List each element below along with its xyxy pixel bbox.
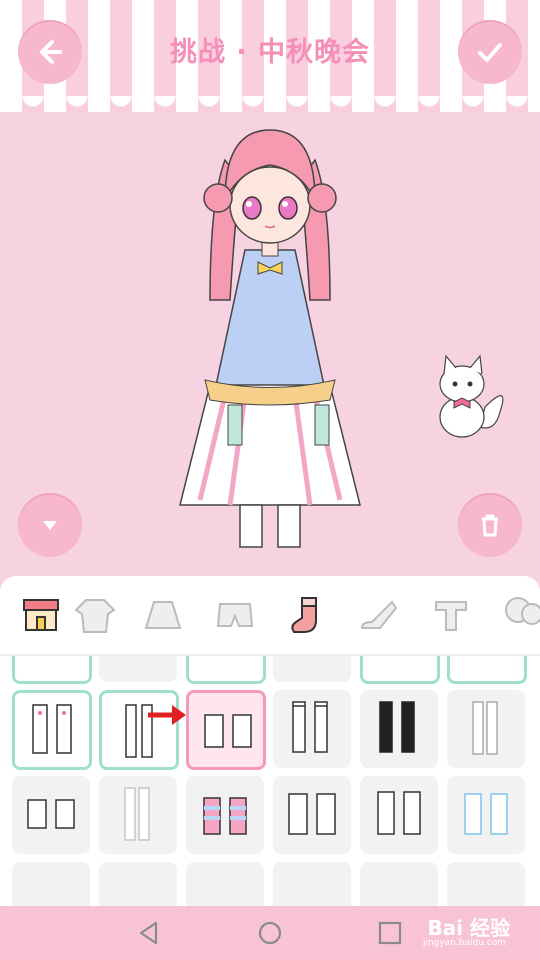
sock-item-icon bbox=[472, 701, 498, 755]
recents-nav-icon[interactable] bbox=[377, 920, 403, 946]
confirm-button[interactable] bbox=[458, 20, 522, 84]
grid-item[interactable] bbox=[360, 862, 438, 906]
grid-item[interactable] bbox=[186, 862, 264, 906]
home-nav-icon[interactable] bbox=[257, 920, 283, 946]
cat-pet[interactable] bbox=[430, 352, 510, 442]
category-tabs bbox=[0, 576, 540, 656]
grid-item[interactable] bbox=[273, 690, 351, 768]
tab-accessory[interactable] bbox=[428, 592, 474, 638]
grid-item[interactable] bbox=[99, 656, 177, 682]
sock-icon bbox=[291, 597, 317, 633]
grid-item[interactable] bbox=[186, 656, 266, 684]
heel-icon bbox=[360, 600, 398, 629]
tab-socks[interactable] bbox=[284, 592, 330, 638]
grid-item[interactable] bbox=[447, 862, 525, 906]
jacket-icon bbox=[74, 599, 116, 633]
sock-item-icon bbox=[379, 701, 415, 753]
grid-item[interactable] bbox=[186, 776, 264, 854]
sock-item-icon bbox=[32, 704, 72, 754]
tab-shop[interactable] bbox=[18, 592, 64, 638]
sock-item-icon bbox=[124, 787, 150, 841]
balloon-icon bbox=[505, 597, 540, 625]
sock-item-icon bbox=[203, 797, 247, 835]
sock-item-icon bbox=[288, 793, 336, 835]
grid-item[interactable] bbox=[12, 690, 92, 770]
grid-item[interactable] bbox=[360, 776, 438, 854]
trash-button[interactable] bbox=[458, 493, 522, 557]
sock-item-icon bbox=[292, 701, 328, 753]
grid-item[interactable] bbox=[360, 690, 438, 768]
wardrobe-panel bbox=[0, 576, 540, 906]
grid-item[interactable] bbox=[447, 656, 527, 684]
grid-item[interactable] bbox=[447, 690, 525, 768]
grid-item[interactable] bbox=[12, 776, 90, 854]
trash-icon bbox=[482, 514, 498, 537]
grid-item[interactable] bbox=[99, 776, 177, 854]
check-icon bbox=[478, 43, 502, 62]
shop-icon bbox=[23, 599, 59, 631]
tab-balloon[interactable] bbox=[498, 592, 540, 638]
skirt-icon bbox=[144, 601, 182, 629]
sock-item-icon bbox=[204, 714, 252, 748]
grid-item-selected[interactable] bbox=[186, 690, 266, 770]
character-illustration bbox=[179, 129, 361, 548]
watermark-brand: Bai 经验 bbox=[427, 916, 510, 940]
tab-shoes[interactable] bbox=[356, 592, 402, 638]
watermark-url: jingyan.baidu.com bbox=[422, 938, 506, 948]
collapse-button[interactable] bbox=[18, 493, 82, 557]
annotation-arrow-icon bbox=[148, 705, 186, 725]
back-nav-icon[interactable] bbox=[136, 920, 162, 946]
grid-item[interactable] bbox=[273, 862, 351, 906]
sock-item-icon bbox=[27, 799, 75, 829]
grid-item[interactable] bbox=[99, 862, 177, 906]
tab-coat[interactable] bbox=[72, 592, 118, 638]
sock-item-icon bbox=[377, 791, 421, 835]
sock-item-icon bbox=[464, 793, 508, 835]
t-icon bbox=[435, 601, 467, 631]
item-grid bbox=[0, 656, 540, 906]
grid-item[interactable] bbox=[447, 776, 525, 854]
system-nav-bar: Bai 经验 jingyan.baidu.com bbox=[0, 906, 540, 960]
grid-item[interactable] bbox=[12, 862, 90, 906]
grid-item[interactable] bbox=[273, 656, 351, 682]
tab-skirt[interactable] bbox=[140, 592, 186, 638]
dressup-stage bbox=[0, 112, 540, 580]
shorts-icon bbox=[216, 603, 254, 627]
grid-item[interactable] bbox=[360, 656, 440, 684]
grid-item[interactable] bbox=[273, 776, 351, 854]
tab-shorts[interactable] bbox=[212, 592, 258, 638]
chevron-down-icon bbox=[43, 521, 57, 530]
grid-item[interactable] bbox=[12, 656, 92, 684]
